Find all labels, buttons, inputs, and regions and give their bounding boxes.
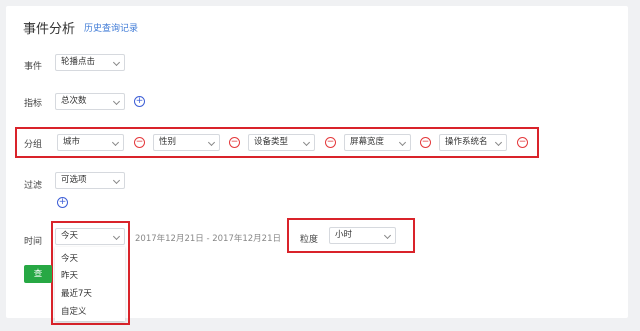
add-metric-button[interactable]: + [134, 96, 145, 107]
time-label: 时间 [24, 237, 43, 247]
filter-label: 过滤 [24, 181, 43, 191]
group-select-value: 设备类型 [254, 137, 289, 147]
event-select[interactable]: 轮播点击 [55, 54, 125, 71]
group-select-value: 城市 [63, 137, 81, 147]
group-select-value: 性别 [159, 137, 177, 147]
chevron-down-icon [383, 231, 392, 240]
minus-circle-icon: − [135, 137, 144, 147]
group-label: 分组 [24, 140, 43, 150]
time-option-last-7-days[interactable]: 最近7天 [61, 287, 92, 299]
group-select-2[interactable]: 性别 [153, 134, 220, 151]
remove-group-5-button[interactable]: − [517, 137, 528, 148]
time-option-custom[interactable]: 自定义 [61, 305, 87, 317]
page-title: 事件分析 [23, 22, 76, 37]
metric-select[interactable]: 总次数 [55, 93, 125, 110]
group-select-value: 屏幕宽度 [350, 137, 385, 147]
time-option-yesterday[interactable]: 昨天 [61, 269, 78, 281]
event-select-value: 轮播点击 [61, 57, 96, 67]
metric-select-value: 总次数 [61, 96, 87, 106]
chevron-down-icon [207, 138, 216, 147]
plus-circle-icon: + [58, 197, 67, 207]
chevron-down-icon [302, 138, 311, 147]
granularity-select[interactable]: 小时 [329, 227, 396, 244]
granularity-label: 粒度 [300, 235, 319, 245]
chevron-down-icon [112, 97, 121, 106]
remove-group-2-button[interactable]: − [229, 137, 240, 148]
plus-circle-icon: + [135, 96, 144, 106]
minus-circle-icon: − [421, 137, 430, 147]
group-select-value: 操作系统名 [445, 137, 488, 147]
metric-label: 指标 [24, 99, 43, 109]
date-range-text: 2017年12月21日 - 2017年12月21日 [135, 234, 281, 244]
group-select-4[interactable]: 屏幕宽度 [344, 134, 411, 151]
remove-group-3-button[interactable]: − [325, 137, 336, 148]
minus-circle-icon: − [230, 137, 239, 147]
time-option-today[interactable]: 今天 [61, 252, 78, 264]
query-button-label: 查 [33, 269, 43, 279]
time-select[interactable]: 今天 [55, 228, 125, 245]
time-select-value: 今天 [61, 231, 79, 241]
chevron-down-icon [112, 176, 121, 185]
chevron-down-icon [112, 232, 121, 241]
remove-group-1-button[interactable]: − [134, 137, 145, 148]
minus-circle-icon: − [326, 137, 335, 147]
add-filter-button[interactable]: + [57, 197, 68, 208]
granularity-select-value: 小时 [335, 230, 353, 240]
group-select-5[interactable]: 操作系统名 [439, 134, 507, 151]
chevron-down-icon [112, 58, 121, 67]
group-select-3[interactable]: 设备类型 [248, 134, 315, 151]
query-button[interactable]: 查 [24, 265, 52, 283]
event-label: 事件 [24, 62, 43, 72]
group-select-1[interactable]: 城市 [57, 134, 124, 151]
filter-select[interactable]: 可选项 [55, 172, 125, 189]
remove-group-4-button[interactable]: − [420, 137, 431, 148]
chevron-down-icon [398, 138, 407, 147]
time-dropdown-menu: 今天 昨天 最近7天 自定义 [55, 247, 125, 321]
filter-select-value: 可选项 [61, 175, 87, 185]
history-query-link[interactable]: 历史查询记录 [84, 21, 138, 34]
chevron-down-icon [494, 138, 503, 147]
minus-circle-icon: − [518, 137, 527, 147]
chevron-down-icon [111, 138, 120, 147]
